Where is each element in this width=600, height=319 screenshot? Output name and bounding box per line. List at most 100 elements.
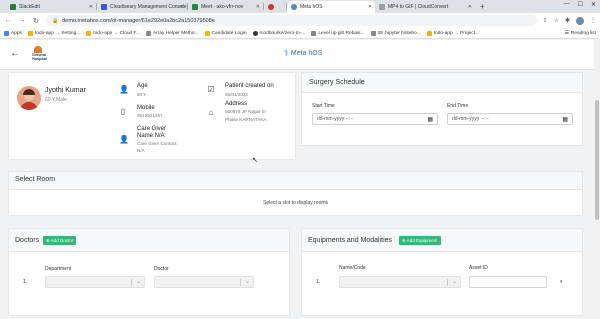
- bookmark-favicon-icon: [370, 30, 376, 36]
- select-divider: [131, 279, 132, 286]
- scrollbar-thumb[interactable]: [595, 100, 599, 220]
- tab-title: SlackEdit: [19, 4, 40, 10]
- mobile-label: Mobile: [137, 105, 155, 111]
- toolbar-actions: ⇪ ☆ ✱ ⋮: [543, 16, 596, 25]
- page-scrollbar[interactable]: [594, 40, 600, 319]
- end-time-value: dd-mm-yyyy --:--: [452, 116, 489, 122]
- row-index: 1.: [23, 279, 28, 285]
- address-bar[interactable]: 🔒 demo.metahos.com/ot-manager/61e292e0a2…: [46, 15, 537, 26]
- reload-icon[interactable]: ↻: [32, 17, 40, 25]
- add-equipment-label: Add Equipment: [406, 238, 438, 243]
- equipment-select[interactable]: ⌄: [339, 276, 461, 288]
- browser-tab[interactable]: Cloudiseary Management Console ✕: [97, 1, 187, 13]
- profile-icon[interactable]: [576, 16, 584, 25]
- department-select[interactable]: ⌄: [45, 276, 145, 288]
- calendar-icon[interactable]: ▦: [562, 116, 568, 123]
- age-value: 60 Y: [137, 92, 147, 97]
- extensions-icon[interactable]: ✱: [565, 17, 570, 24]
- asset-dropdown-icon[interactable]: ▾: [560, 279, 563, 285]
- bookmark-item[interactable]: modbourke/zero-to-...: [252, 30, 306, 36]
- doctors-card: Doctors ⊕ Add Doctor Department Doctor 1…: [8, 228, 290, 316]
- new-tab-icon[interactable]: +: [475, 2, 490, 11]
- add-doctor-button[interactable]: ⊕ Add Doctor: [43, 236, 77, 245]
- calendar-check-icon: ☑: [207, 85, 215, 94]
- tab-title: Meet - ako-vfrr-nov: [201, 4, 244, 10]
- reading-list[interactable]: ☰ Reading list: [565, 31, 596, 36]
- asset-id-input[interactable]: [469, 276, 547, 288]
- caregiver-icon: 👤: [119, 135, 129, 144]
- bookmark-item[interactable]: Array Helper Metho...: [145, 30, 199, 36]
- close-icon[interactable]: ✕: [256, 4, 260, 10]
- bookmark-label: Level up git! Rebasi...: [318, 30, 365, 36]
- room-empty-message: Select a slot to display rooms: [262, 200, 329, 206]
- bookmark-apps[interactable]: Apps: [4, 30, 22, 36]
- add-doctor-label: Add Doctor: [50, 238, 74, 243]
- menu-icon[interactable]: ⋮: [590, 17, 596, 24]
- star-icon[interactable]: ☆: [554, 17, 559, 24]
- row-index: 1.: [316, 279, 321, 285]
- created-label: Patient created on: [225, 83, 274, 89]
- chevron-down-icon: ⌄: [135, 279, 141, 285]
- caregiver-contact-label: Care Giver Contact:: [137, 141, 178, 146]
- calendar-icon[interactable]: ▦: [427, 116, 433, 123]
- add-equipment-button[interactable]: ⊕ Add Equipment: [399, 236, 441, 245]
- browser-tab[interactable]: Meet - ako-vfrr-nov ✕: [188, 1, 263, 13]
- start-time-input[interactable]: dd-mm-yyyy --:-- ▦: [312, 113, 438, 125]
- bookmark-favicon-icon: [311, 30, 317, 36]
- browser-tabbar: SlackEdit ✕ Cloudiseary Management Consol…: [0, 0, 600, 13]
- apps-icon: [4, 30, 9, 36]
- bookmark-item[interactable]: todo-app → Setting...: [27, 30, 80, 36]
- patient-card: Jyothi Kumar 60 Y,Male 👤 Age 60 Y ▯ Mobi…: [8, 72, 296, 160]
- close-icon[interactable]: ✕: [89, 4, 93, 10]
- browser-tab-active[interactable]: Meta hOS ✕: [287, 1, 375, 13]
- mobile-icon: ▯: [120, 107, 126, 116]
- url-text: demo.metahos.com/ot-manager/61e292e0a2bc…: [62, 17, 215, 24]
- app-header: ← General Hospital ⚕ Meta hOS: [0, 40, 600, 70]
- surgery-schedule-card: Surgery Schedule Start Time dd-mm-yyyy -…: [301, 72, 583, 146]
- minimize-icon[interactable]: —: [564, 1, 570, 8]
- tab-favicon-icon: [101, 4, 107, 10]
- tab-favicon-icon: [10, 4, 16, 10]
- lock-icon: 🔒: [52, 17, 59, 24]
- tab-favicon-icon: [268, 4, 274, 10]
- browser-toolbar: ← → ↻ 🔒 demo.metahos.com/ot-manager/61e2…: [0, 13, 600, 28]
- close-icon[interactable]: ✕: [180, 4, 184, 10]
- surgery-title: Surgery Schedule: [309, 79, 365, 86]
- reading-list-label: Reading list: [570, 30, 596, 36]
- browser-tab[interactable]: [264, 1, 286, 13]
- caregiver-contact-value: N/A: [137, 148, 145, 153]
- tab-title: MP4 to GIF | CloudConvert: [388, 4, 449, 10]
- end-time-input[interactable]: dd-mm-yyyy --:-- ▦: [447, 113, 573, 125]
- bookmark-item[interactable]: Candidate Login: [204, 30, 247, 36]
- address-label: Address: [225, 101, 248, 107]
- browser-tab[interactable]: SlackEdit ✕: [6, 1, 96, 13]
- mobile-value: 9819921467: [137, 113, 163, 118]
- window-close-icon[interactable]: ✕: [591, 1, 596, 8]
- bookmark-label: todo-app → Cloud F...: [93, 30, 140, 36]
- asset-id-column-label: Asset ID: [469, 265, 488, 271]
- tab-favicon-icon: [192, 4, 198, 10]
- bookmark-item[interactable]: todo-app → Project...: [426, 30, 479, 36]
- start-time-value: dd-mm-yyyy --:--: [317, 116, 354, 122]
- doctor-select[interactable]: ⌄: [154, 276, 254, 288]
- plus-icon: ⊕: [402, 237, 406, 243]
- end-time-label: End Time: [447, 103, 469, 109]
- maximize-icon[interactable]: ☐: [578, 1, 583, 8]
- forward-icon[interactable]: →: [18, 17, 26, 24]
- back-arrow-icon[interactable]: ←: [10, 48, 20, 59]
- bookmark-label: modbourke/zero-to-...: [259, 30, 306, 36]
- close-icon[interactable]: ✕: [468, 4, 472, 10]
- github-icon: [252, 30, 258, 36]
- bookmark-label: Apps: [11, 30, 22, 36]
- browser-tab[interactable]: MP4 to GIF | CloudConvert ✕: [375, 1, 475, 13]
- bookmark-favicon-icon: [27, 30, 33, 36]
- patient-avatar: [17, 86, 41, 110]
- back-icon[interactable]: ←: [4, 17, 12, 24]
- bookmark-item[interactable]: todo-app → Cloud F...: [86, 30, 140, 36]
- avatar-body: [20, 102, 38, 110]
- bookmark-item[interactable]: 28 Jupyter Notebo...: [370, 30, 421, 36]
- chevron-down-icon: ⌄: [244, 279, 250, 285]
- close-icon[interactable]: ✕: [368, 4, 372, 10]
- bookmark-item[interactable]: Level up git! Rebasi...: [311, 30, 365, 36]
- share-icon[interactable]: ⇪: [543, 17, 548, 24]
